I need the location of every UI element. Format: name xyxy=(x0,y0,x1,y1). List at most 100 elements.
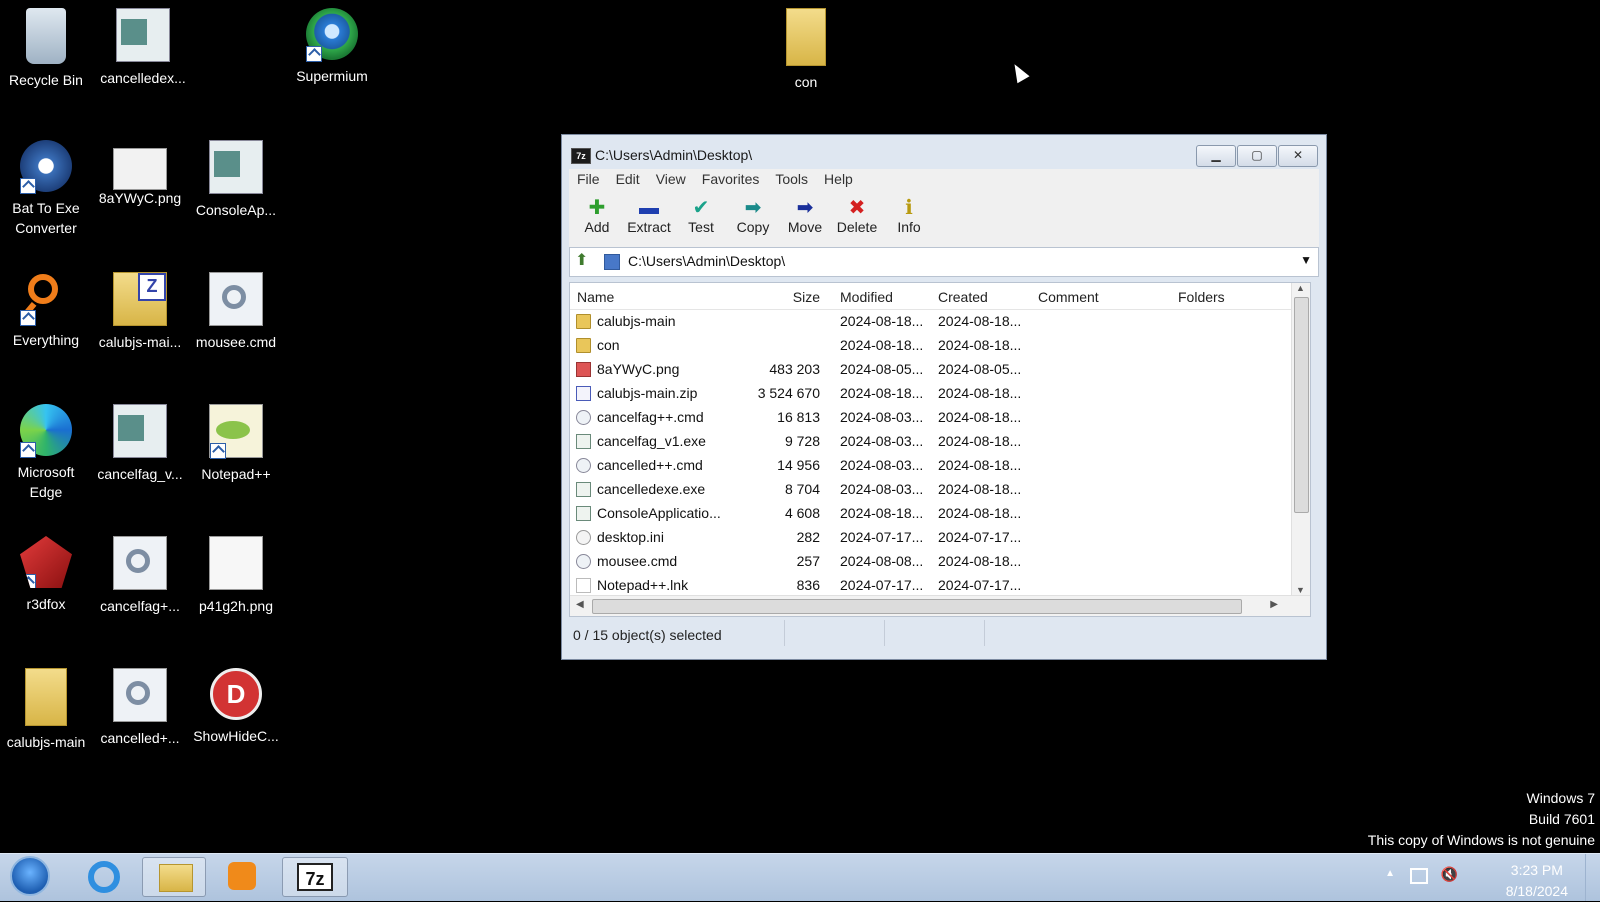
vertical-scroll-thumb[interactable] xyxy=(1294,297,1309,513)
desktop-icon-everything[interactable]: Everything xyxy=(0,272,92,350)
start-button[interactable] xyxy=(10,856,50,896)
file-created-cell: 2024-08-18... xyxy=(938,505,1022,521)
file-folders-cell xyxy=(1170,430,1280,454)
move-button[interactable]: ➡ Move xyxy=(779,191,831,247)
title-bar[interactable]: 7z C:\Users\Admin\Desktop\ ▁ ▢ ✕ xyxy=(562,135,1326,169)
desktop-icon-calubjs-main[interactable]: calubjs-main xyxy=(0,668,92,752)
minimize-button[interactable]: ▁ xyxy=(1196,145,1236,167)
parent-folder-up-icon[interactable]: ⬆ xyxy=(575,252,593,270)
copy-button[interactable]: ➡ Copy xyxy=(727,191,779,247)
close-button[interactable]: ✕ xyxy=(1278,145,1318,167)
desktop-icon-cancelledex[interactable]: cancelledex... xyxy=(95,8,191,88)
exe-file-icon xyxy=(209,140,263,194)
info-button[interactable]: ℹ Info xyxy=(883,191,935,247)
file-row[interactable]: desktop.ini 282 2024-07-17... 2024-07-17... xyxy=(570,526,1310,550)
desktop-icon-consoleapp[interactable]: ConsoleAp... xyxy=(190,140,282,220)
menu-help[interactable]: Help xyxy=(816,169,861,191)
desktop-icon-8aywyc-png[interactable]: 8aYWyC.png xyxy=(94,140,186,208)
scroll-down-icon[interactable]: ▼ xyxy=(1296,585,1305,595)
address-bar[interactable]: ⬆ C:\Users\Admin\Desktop\ ▼ xyxy=(569,247,1319,277)
test-button[interactable]: ✔ Test xyxy=(675,191,727,247)
column-header-comment[interactable]: Comment xyxy=(1030,283,1170,309)
file-row[interactable]: cancelled++.cmd 14 956 2024-08-03... 2024-0… xyxy=(570,454,1310,478)
maximize-button[interactable]: ▢ xyxy=(1237,145,1277,167)
horizontal-scroll-thumb[interactable] xyxy=(592,599,1242,614)
file-modified-cell: 2024-08-18... xyxy=(840,337,924,353)
desktop-icon-bat-to-exe[interactable]: Bat To Exe Converter xyxy=(0,140,92,238)
taskbar-internet-explorer[interactable] xyxy=(72,857,136,897)
desktop-icon-con[interactable]: con xyxy=(760,8,852,92)
desktop-icon-showhidec[interactable]: D ShowHideC... xyxy=(190,668,282,746)
delete-button[interactable]: ✖ Delete xyxy=(831,191,883,247)
7zip-file-manager-window: 7z C:\Users\Admin\Desktop\ ▁ ▢ ✕ File Ed… xyxy=(561,134,1327,660)
file-row[interactable]: cancelfag++.cmd 16 813 2024-08-03... 2024-0… xyxy=(570,406,1310,430)
file-created-cell: 2024-08-18... xyxy=(938,481,1022,497)
desktop-icon-calubjs-zip[interactable]: Z calubjs-mai... xyxy=(94,272,186,352)
taskbar-windows-explorer[interactable] xyxy=(142,857,206,897)
horizontal-scrollbar[interactable]: ◀ ▶ xyxy=(570,595,1310,616)
status-bar: 0 / 15 object(s) selected xyxy=(569,620,1311,646)
show-hidden-icons-icon[interactable]: ▲ xyxy=(1385,868,1395,879)
file-folders-cell xyxy=(1170,502,1280,526)
zip-file-icon xyxy=(576,386,591,401)
desktop-icon-notepadpp[interactable]: Notepad++ xyxy=(190,404,282,484)
desktop-icon-edge[interactable]: Microsoft Edge xyxy=(0,404,92,502)
network-icon[interactable] xyxy=(1410,868,1428,884)
file-name-cell: cancelfag_v1.exe xyxy=(570,430,730,454)
vertical-scrollbar[interactable]: ▲ ▼ xyxy=(1291,283,1310,595)
menu-file[interactable]: File xyxy=(569,169,608,191)
clock[interactable]: 3:23 PM 8/18/2024 xyxy=(1506,860,1568,902)
desktop-icon-cancelfag-v[interactable]: cancelfag_v... xyxy=(94,404,186,484)
menu-edit[interactable]: Edit xyxy=(608,169,648,191)
file-name-cell: desktop.ini xyxy=(570,526,730,550)
column-header-created[interactable]: Created xyxy=(930,283,1030,309)
scroll-up-icon[interactable]: ▲ xyxy=(1296,283,1305,293)
volume-muted-icon[interactable]: 🔇 xyxy=(1441,866,1458,883)
file-row[interactable]: calubjs-main.zip 3 524 670 2024-08-18... 20… xyxy=(570,382,1310,406)
file-folders-cell xyxy=(1170,406,1280,430)
column-header-name[interactable]: Name xyxy=(570,283,730,309)
desktop-icon-mousee-cmd[interactable]: mousee.cmd xyxy=(190,272,282,352)
menu-tools[interactable]: Tools xyxy=(767,169,816,191)
address-path[interactable]: C:\Users\Admin\Desktop\ xyxy=(628,253,785,269)
desktop-icon-r3dfox[interactable]: r3dfox xyxy=(0,536,92,614)
file-comment-cell xyxy=(1030,358,1170,382)
ini-file-icon xyxy=(576,530,591,545)
move-arrow-icon: ➡ xyxy=(796,197,814,219)
menu-view[interactable]: View xyxy=(648,169,694,191)
taskbar-media-player[interactable] xyxy=(210,857,274,897)
desktop-icon-cancelled-cmd[interactable]: cancelled+... xyxy=(94,668,186,748)
file-name-cell: 8aYWyC.png xyxy=(570,358,730,382)
desktop-icon-p41g2h-png[interactable]: p41g2h.png xyxy=(190,536,282,616)
chevron-down-icon[interactable]: ▼ xyxy=(1300,253,1312,267)
folder-icon xyxy=(604,254,620,270)
show-desktop-button[interactable] xyxy=(1585,854,1600,901)
file-list[interactable]: Name Size Modified Created Comment Folde… xyxy=(569,282,1311,617)
file-created-cell: 2024-08-05... xyxy=(938,361,1022,377)
status-selection-text: 0 / 15 object(s) selected xyxy=(569,620,785,646)
taskbar-7zip[interactable]: 7z xyxy=(282,857,348,897)
column-header-folders[interactable]: Folders xyxy=(1170,283,1280,309)
file-name-cell: calubjs-main xyxy=(570,310,730,334)
file-row[interactable]: 8aYWyC.png 483 203 2024-08-05... 2024-08-05… xyxy=(570,358,1310,382)
file-row[interactable]: ConsoleApplicatio... 4 608 2024-08-18... 20… xyxy=(570,502,1310,526)
column-header-size[interactable]: Size xyxy=(730,283,830,309)
scroll-left-icon[interactable]: ◀ xyxy=(576,599,584,610)
add-button[interactable]: ✚ Add xyxy=(571,191,623,247)
file-row[interactable]: con 2024-08-18... 2024-08-18... xyxy=(570,334,1310,358)
column-header-modified[interactable]: Modified xyxy=(830,283,930,309)
7zip-app-icon: 7z xyxy=(571,148,591,164)
file-row[interactable]: mousee.cmd 257 2024-08-08... 2024-08-18... xyxy=(570,550,1310,574)
menu-favorites[interactable]: Favorites xyxy=(694,169,768,191)
file-modified-cell: 2024-08-03... xyxy=(840,481,924,497)
desktop-icon-cancelfag-cmd[interactable]: cancelfag+... xyxy=(94,536,186,616)
scroll-right-icon[interactable]: ▶ xyxy=(1270,599,1278,610)
file-modified-cell: 2024-08-18... xyxy=(840,313,924,329)
file-row[interactable]: cancelfag_v1.exe 9 728 2024-08-03... 2024-0… xyxy=(570,430,1310,454)
desktop-icon-recycle-bin[interactable]: Recycle Bin xyxy=(0,8,92,90)
file-modified-cell: 2024-08-03... xyxy=(840,433,924,449)
extract-button[interactable]: ▬ Extract xyxy=(623,191,675,247)
file-row[interactable]: cancelledexe.exe 8 704 2024-08-03... 2024-0… xyxy=(570,478,1310,502)
desktop-icon-supermium[interactable]: Supermium xyxy=(286,8,378,86)
file-row[interactable]: calubjs-main 2024-08-18... 2024-08-18... xyxy=(570,310,1310,334)
